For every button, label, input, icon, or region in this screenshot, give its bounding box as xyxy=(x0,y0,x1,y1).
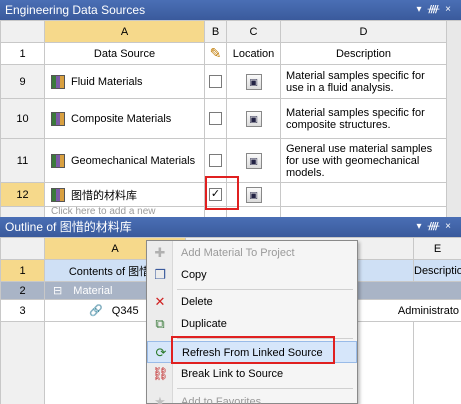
menu-separator xyxy=(177,289,353,290)
description-cell: Material samples specific for use in a f… xyxy=(280,64,447,99)
library-icon xyxy=(51,187,65,202)
menu-item-copy[interactable]: ❐ Copy xyxy=(147,264,357,286)
data-source-cell[interactable]: Fluid Materials xyxy=(44,64,205,99)
header-location: Location xyxy=(226,42,281,65)
menu-item-delete[interactable]: ✕ Delete xyxy=(147,291,357,313)
engineering-data-sources-title-bar: Engineering Data Sources ▾ᚎ× xyxy=(0,0,461,20)
column-header-a[interactable]: A xyxy=(44,20,205,43)
header-edit-column: ✎ xyxy=(204,42,227,65)
data-source-cell[interactable]: Composite Materials xyxy=(44,98,205,139)
source-checkbox[interactable] xyxy=(209,112,222,125)
header-description: Descriptio xyxy=(413,259,461,282)
break-link-icon: ⛓ xyxy=(152,366,169,381)
menu-highlight-box xyxy=(171,336,335,364)
collapse-icon[interactable]: ⊟ xyxy=(53,285,62,297)
row-header[interactable]: 12 xyxy=(0,182,45,207)
library-icon xyxy=(51,74,65,89)
menu-item-add-material[interactable]: ✚ Add Material To Project xyxy=(147,242,357,264)
row-header[interactable]: 9 xyxy=(0,64,45,99)
row-header[interactable]: 1 xyxy=(0,42,45,65)
category-label: Material xyxy=(73,285,113,297)
link-icon: 🔗 xyxy=(89,305,103,317)
pin-icon[interactable]: ᚎ xyxy=(428,221,446,232)
location-cell[interactable]: ▣ xyxy=(226,98,281,139)
description-cell xyxy=(280,182,447,207)
library-icon xyxy=(51,153,65,168)
column-header-e[interactable]: E xyxy=(413,237,461,260)
dropdown-icon[interactable]: ▾ xyxy=(417,221,428,232)
save-location-icon[interactable]: ▣ xyxy=(245,186,262,203)
favorites-icon: ★ xyxy=(154,394,166,404)
data-source-cell[interactable]: 图惜的材料库 xyxy=(44,182,205,207)
row-header[interactable]: 1 xyxy=(0,259,45,282)
row-header[interactable]: 11 xyxy=(0,138,45,183)
material-name: Q345 xyxy=(111,305,139,317)
duplicate-icon: ⧉ xyxy=(155,316,165,331)
column-header-c[interactable]: C xyxy=(226,20,281,43)
column-header-b[interactable]: B xyxy=(204,20,227,43)
row-header[interactable]: 2 xyxy=(0,281,45,300)
menu-item-add-to-favorites[interactable]: ★ Add to Favorites xyxy=(147,391,357,404)
context-menu: ✚ Add Material To Project ❐ Copy ✕ Delet… xyxy=(146,240,358,404)
row-header[interactable]: 10 xyxy=(0,98,45,139)
data-source-name: Fluid Materials xyxy=(71,75,143,88)
checkbox-cell[interactable] xyxy=(204,98,227,139)
data-source-name: Geomechanical Materials xyxy=(71,154,196,167)
outline-title-bar: Outline of 图惜的材料库 ▾ᚎ× xyxy=(0,217,461,237)
pencil-icon: ✎ xyxy=(209,45,222,61)
menu-separator xyxy=(177,388,353,389)
add-icon: ✚ xyxy=(154,245,166,260)
library-icon xyxy=(51,111,65,126)
location-icon[interactable]: ▣ xyxy=(245,110,262,127)
corner-cell[interactable] xyxy=(0,20,45,43)
pin-icon[interactable]: ᚎ xyxy=(428,4,446,15)
location-cell[interactable]: ▣ xyxy=(226,64,281,99)
location-icon[interactable]: ▣ xyxy=(245,152,262,169)
data-source-name: 图惜的材料库 xyxy=(71,189,137,202)
source-checkbox[interactable] xyxy=(209,75,222,88)
checkbox-cell[interactable] xyxy=(204,64,227,99)
table-row[interactable]: 9 Fluid Materials ▣ Material samples spe… xyxy=(0,64,461,99)
location-icon[interactable]: ▣ xyxy=(245,73,262,90)
column-header-d[interactable]: D xyxy=(280,20,447,43)
description-cell: Material samples specific for composite … xyxy=(280,98,447,139)
add-row-hint[interactable]: Click here to add a new xyxy=(44,206,205,218)
row-header[interactable] xyxy=(0,206,45,218)
refresh-link-icon: ⟳ xyxy=(155,345,167,360)
panel-title: Outline of 图惜的材料库 xyxy=(5,220,132,234)
corner-cell[interactable] xyxy=(0,237,45,260)
header-description: Description xyxy=(280,42,447,65)
menu-item-duplicate[interactable]: ⧉ Duplicate xyxy=(147,313,357,335)
table-row[interactable]: 10 Composite Materials ▣ Material sample… xyxy=(0,98,461,139)
description-cell: General use material samples for use wit… xyxy=(280,138,447,183)
checkbox-highlight-box xyxy=(205,176,239,210)
data-source-cell[interactable]: Geomechanical Materials xyxy=(44,138,205,183)
vertical-scrollbar[interactable] xyxy=(446,20,461,218)
source-checkbox[interactable] xyxy=(209,154,222,167)
close-icon[interactable]: × xyxy=(445,221,457,232)
close-icon[interactable]: × xyxy=(445,4,457,15)
header-data-source: Data Source xyxy=(44,42,205,65)
row-header[interactable]: 3 xyxy=(0,299,45,322)
copy-icon: ❐ xyxy=(154,267,166,282)
menu-item-break-link[interactable]: ⛓ Break Link to Source xyxy=(147,363,357,385)
panel-title: Engineering Data Sources xyxy=(5,3,146,17)
delete-icon: ✕ xyxy=(154,294,166,309)
dropdown-icon[interactable]: ▾ xyxy=(417,4,428,15)
data-source-name: Composite Materials xyxy=(71,112,172,125)
